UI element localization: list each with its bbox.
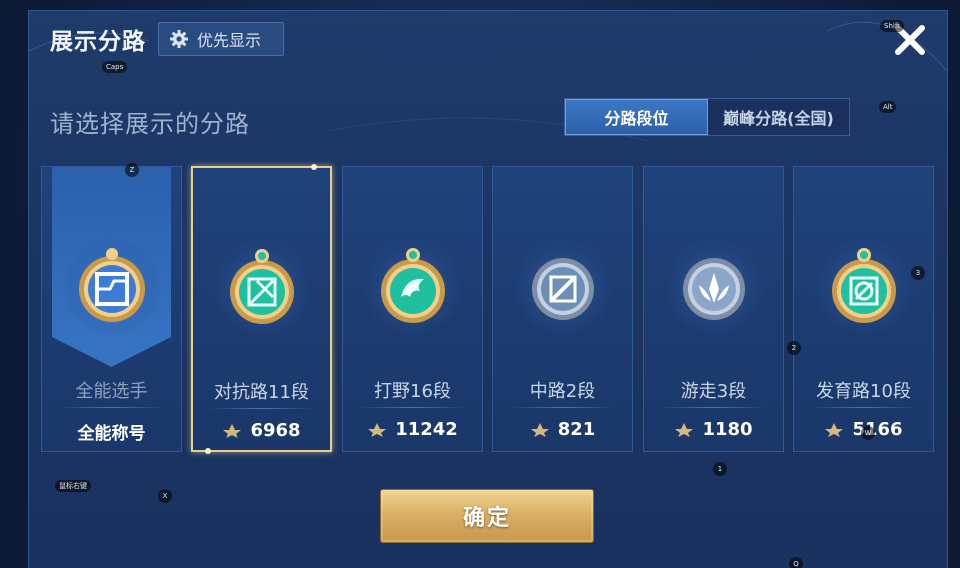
tab-lane-rank[interactable]: 分路段位	[565, 99, 708, 135]
select-lane-prompt: 请选择展示的分路	[50, 110, 250, 138]
lane-name: 对抗路11段	[214, 382, 309, 403]
emblem-glow	[362, 237, 463, 337]
lane-card-clash[interactable]: 对抗路11段 6968	[191, 164, 332, 454]
emblem-glow	[211, 238, 312, 338]
key-hint-right-click: 鼠标右键	[55, 480, 91, 492]
priority-display-button[interactable]: 优先显示	[158, 22, 284, 56]
clash-lane-emblem-icon	[229, 249, 294, 324]
key-hint-1: 1	[713, 462, 727, 476]
confirm-button[interactable]: 确定	[380, 489, 594, 543]
key-hint-z: Z	[125, 163, 139, 177]
emblem-glow	[663, 237, 764, 337]
key-hint-3: 3	[911, 266, 925, 280]
divider	[359, 407, 466, 408]
peak-score-icon	[223, 423, 242, 438]
lane-value: 全能称号	[77, 424, 146, 444]
peak-score-icon	[675, 422, 694, 437]
priority-display-label: 优先显示	[197, 31, 262, 50]
emblem-glow	[813, 237, 914, 337]
divider	[209, 408, 314, 409]
roam-emblem-icon	[682, 258, 745, 320]
emblem-glow	[512, 237, 613, 337]
divider	[509, 407, 616, 408]
key-hint-x: X	[158, 489, 172, 503]
mid-lane-emblem-icon	[531, 258, 594, 320]
lane-card-mid[interactable]: 中路2段 821	[492, 166, 633, 452]
lane-name: 发育路10段	[816, 381, 911, 402]
divider	[660, 407, 767, 408]
score-row: 6968	[193, 420, 330, 441]
divider	[58, 407, 165, 408]
jungle-emblem-icon	[380, 248, 445, 323]
lane-card-farm[interactable]: 发育路10段 5166	[793, 166, 934, 452]
lane-score: 6968	[250, 420, 301, 441]
lane-card-jungle[interactable]: 打野16段 11242	[342, 166, 483, 452]
peak-score-icon	[825, 422, 844, 437]
lane-card-all-round[interactable]: 全能选手 全能称号	[41, 166, 182, 452]
lane-name: 全能选手	[75, 381, 148, 402]
key-hint-q: Q	[789, 557, 803, 568]
gear-icon	[170, 30, 188, 48]
key-hint-2: 2	[787, 341, 801, 355]
key-hint-w: W	[861, 426, 875, 440]
score-row: 1180	[644, 419, 783, 440]
score-row: 全能称号	[42, 419, 181, 444]
lane-score: 1180	[702, 419, 753, 440]
farm-lane-emblem-icon	[831, 248, 896, 323]
lane-score: 11242	[395, 419, 458, 440]
peak-score-icon	[530, 422, 549, 437]
score-row: 821	[493, 419, 632, 440]
key-hint-shift: Shift	[880, 20, 904, 32]
lane-score: 821	[557, 419, 596, 440]
key-hint-alt: Alt	[879, 101, 897, 113]
lane-score: 5166	[852, 419, 903, 440]
key-hint-caps: Caps	[102, 61, 128, 73]
corner-dot	[311, 164, 317, 170]
lane-card-roam[interactable]: 游走3段 1180	[643, 166, 784, 452]
peak-score-icon	[368, 422, 387, 437]
lane-name: 游走3段	[680, 381, 747, 402]
lane-name: 打野16段	[374, 381, 451, 402]
tab-peak-lane-national[interactable]: 巅峰分路(全国)	[708, 99, 849, 135]
dialog-title: 展示分路	[50, 29, 146, 55]
lane-type-toggle: 分路段位 巅峰分路(全国)	[564, 98, 850, 136]
all-round-emblem-icon	[78, 248, 145, 322]
score-row: 11242	[343, 419, 482, 440]
lane-name: 中路2段	[529, 381, 596, 402]
divider	[810, 407, 917, 408]
emblem-glow	[61, 237, 162, 337]
corner-dot	[205, 448, 211, 454]
